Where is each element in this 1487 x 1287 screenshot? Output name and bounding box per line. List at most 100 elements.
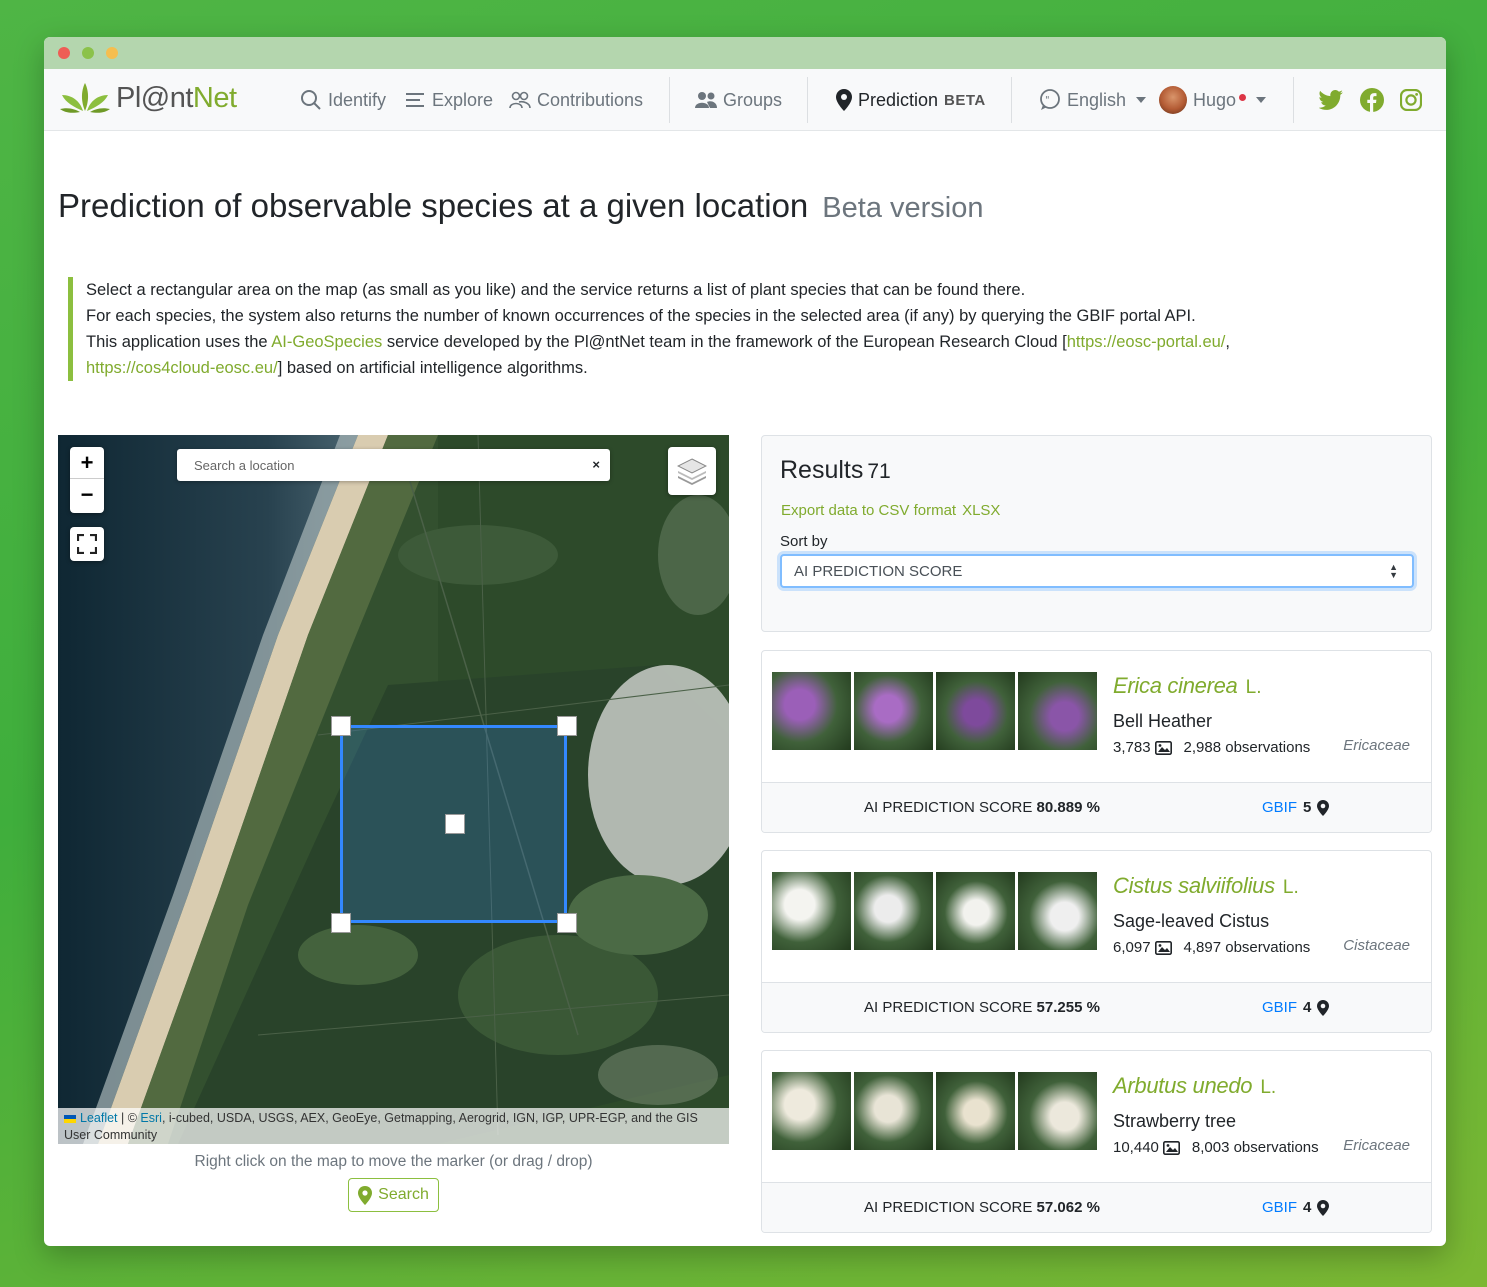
nav-explore[interactable]: Explore [406, 69, 493, 131]
nav-identify[interactable]: Identify [300, 69, 386, 131]
users-outline-icon [509, 91, 531, 109]
image-count: 3,783 [1113, 739, 1151, 756]
common-name: Sage-leaved Cistus [1113, 911, 1270, 931]
gbif-count: 5 [1303, 799, 1312, 816]
twitter-link[interactable] [1319, 69, 1349, 131]
image-count: 6,097 [1113, 939, 1151, 956]
resize-handle-top-left[interactable] [331, 716, 351, 736]
species-photo[interactable] [772, 1072, 851, 1150]
satellite-map[interactable]: + − × Leaflet | © Esri, i-cubed, USDA, U… [58, 435, 729, 1144]
language-dropdown[interactable]: " English [1039, 69, 1147, 131]
logo-text: Pl@ntNet [116, 81, 237, 114]
instagram-icon [1400, 89, 1422, 111]
geospecies-link[interactable]: AI-GeoSpecies [271, 333, 382, 351]
nav-contributions[interactable]: Contributions [509, 69, 643, 131]
observation-count: 8,003 observations [1191, 1139, 1319, 1156]
move-handle-center[interactable] [445, 814, 465, 834]
species-photos [772, 672, 1100, 750]
location-search-input[interactable] [177, 449, 577, 481]
window-titlebar [44, 37, 1446, 69]
export-csv-link[interactable]: Export data to CSV format [781, 502, 956, 519]
species-photo[interactable] [936, 872, 1015, 950]
species-photo[interactable] [1018, 872, 1097, 950]
svg-text:": " [1045, 95, 1050, 106]
common-name: Bell Heather [1113, 711, 1213, 731]
zoom-out-button[interactable]: − [70, 479, 104, 511]
zoom-in-button[interactable]: + [70, 447, 104, 479]
species-name-link[interactable]: Erica cinerea L. [1113, 673, 1261, 699]
image-icon [1162, 1140, 1180, 1155]
species-card: Cistus salviifolius L. Sage-leaved Cistu… [761, 850, 1432, 1033]
map-hint: Right click on the map to move the marke… [194, 1153, 593, 1170]
zoom-control: + − [70, 447, 104, 513]
leaf-logo-icon [60, 83, 110, 113]
ai-prediction-score: AI PREDICTION SCORE 57.062 % [864, 1199, 1100, 1216]
species-photo[interactable] [854, 1072, 933, 1150]
family-name: Ericaceae [1343, 737, 1410, 754]
map-marker-icon [836, 89, 852, 111]
species-photo[interactable] [1018, 1072, 1097, 1150]
facebook-link[interactable] [1360, 69, 1390, 131]
ai-prediction-score: AI PREDICTION SCORE 57.255 % [864, 999, 1100, 1016]
chevron-down-icon [1136, 97, 1147, 103]
results-header: Results 71 Export data to CSV format XLSX … [761, 435, 1432, 632]
species-photo[interactable] [772, 872, 851, 950]
page-title: Prediction of observable species at a gi… [58, 187, 984, 224]
gbif-link[interactable]: GBIF 4 [1262, 999, 1330, 1016]
gbif-count: 4 [1303, 1199, 1312, 1216]
notification-dot [1239, 93, 1247, 101]
card-footer: AI PREDICTION SCORE 80.889 % GBIF 5 [762, 782, 1431, 832]
species-stats: 6,097 4,897 observations [1113, 939, 1310, 956]
card-footer: AI PREDICTION SCORE 57.062 % GBIF 4 [762, 1182, 1431, 1232]
species-photo[interactable] [1018, 672, 1097, 750]
intro-line-1: Select a rectangular area on the map (as… [86, 281, 1026, 299]
cos4cloud-link[interactable]: https://cos4cloud-eosc.eu/ [86, 359, 278, 377]
species-name-link[interactable]: Cistus salviifolius L. [1113, 873, 1299, 899]
gbif-link[interactable]: GBIF 5 [1262, 799, 1330, 816]
resize-handle-bottom-left[interactable] [331, 913, 351, 933]
leaflet-link[interactable]: Leaflet [80, 1111, 118, 1125]
instagram-link[interactable] [1400, 69, 1428, 131]
search-button[interactable]: Search [348, 1178, 439, 1212]
fullscreen-button[interactable] [70, 527, 104, 561]
search-button-label: Search [378, 1186, 429, 1203]
gbif-count: 4 [1303, 999, 1312, 1016]
species-author: L. [1260, 1077, 1277, 1098]
species-photo[interactable] [936, 672, 1015, 750]
gbif-link[interactable]: GBIF 4 [1262, 1199, 1330, 1216]
user-dropdown[interactable]: Hugo [1159, 69, 1267, 131]
image-count: 10,440 [1113, 1139, 1159, 1156]
nav-divider [1293, 77, 1294, 123]
species-photo[interactable] [772, 672, 851, 750]
twitter-icon [1319, 90, 1343, 110]
species-photo[interactable] [854, 872, 933, 950]
list-icon [406, 93, 424, 107]
layers-icon [677, 458, 707, 485]
eosc-link[interactable]: https://eosc-portal.eu/ [1067, 333, 1226, 351]
esri-link[interactable]: Esri [140, 1111, 162, 1125]
nav-identify-label: Identify [328, 89, 387, 110]
close-window-icon[interactable] [58, 47, 70, 59]
nav-groups[interactable]: Groups [695, 69, 782, 131]
nav-prediction[interactable]: Prediction BETA [836, 69, 986, 131]
species-name-link[interactable]: Arbutus unedo L. [1113, 1073, 1276, 1099]
nav-divider [807, 77, 808, 123]
sort-select[interactable]: AI PREDICTION SCORE ▲ ▼ [780, 554, 1414, 588]
layers-button[interactable] [668, 447, 716, 495]
species-photo[interactable] [936, 1072, 1015, 1150]
clear-search-button[interactable]: × [592, 457, 600, 472]
minimize-window-icon[interactable] [82, 47, 94, 59]
select-arrows-icon: ▲ ▼ [1389, 562, 1398, 580]
score-value: 57.255 % [1036, 999, 1100, 1016]
beta-badge: BETA [944, 91, 986, 109]
species-photo[interactable] [854, 672, 933, 750]
export-links: Export data to CSV format XLSX [781, 502, 1006, 519]
resize-handle-bottom-right[interactable] [557, 913, 577, 933]
resize-handle-top-right[interactable] [557, 716, 577, 736]
maximize-window-icon[interactable] [106, 47, 118, 59]
nav-divider [1011, 77, 1012, 123]
export-xlsx-link[interactable]: XLSX [962, 502, 1000, 519]
species-photos [772, 1072, 1100, 1150]
intro-blockquote: Select a rectangular area on the map (as… [68, 277, 1368, 381]
plantnet-logo[interactable]: Pl@ntNet [60, 81, 237, 115]
